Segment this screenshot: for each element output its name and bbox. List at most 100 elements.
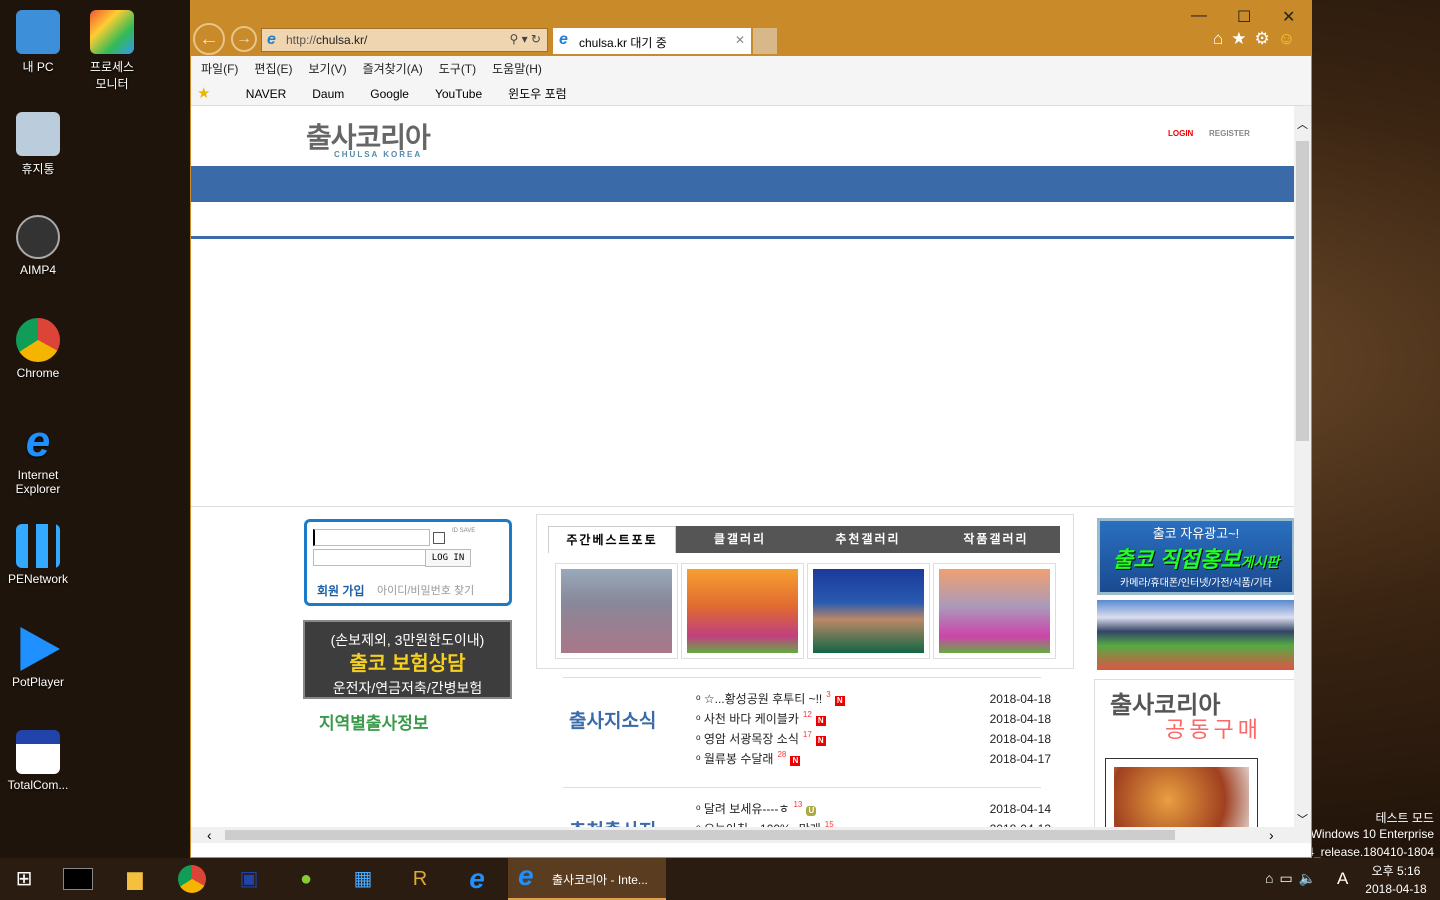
pc-icon [16, 10, 60, 54]
find-account-link[interactable]: 아이디/비밀번호 찾기 [377, 582, 474, 598]
desktop-icon-totalcommander[interactable]: TotalCom... [0, 730, 76, 792]
clock[interactable]: 오후 5:16 2018-04-18 [1360, 862, 1432, 896]
scroll-left-arrow[interactable]: ‹ [207, 827, 212, 843]
ie-tab-icon: e [559, 31, 568, 48]
scroll-down-arrow[interactable]: ﹀ [1297, 811, 1308, 827]
taskbar-app-olive[interactable]: ● [282, 862, 330, 896]
landscape-banner[interactable] [1097, 600, 1295, 670]
taskbar-ie[interactable]: e [453, 862, 501, 896]
vertical-scroll-thumb[interactable] [1296, 141, 1309, 441]
desktop-icon-process-monitor[interactable]: 프로세스 모니터 [74, 10, 150, 92]
register-link[interactable]: REGISTER [1209, 129, 1250, 138]
tab-club-gallery[interactable]: 클갤러리 [676, 526, 804, 553]
taskbar-totalcommander[interactable]: ▣ [225, 862, 273, 896]
user-id-input[interactable] [313, 529, 430, 546]
menu-view[interactable]: 보기(V) [308, 62, 346, 76]
fav-daum[interactable]: Daum [312, 87, 344, 101]
divider [563, 677, 1041, 678]
forward-button[interactable]: → [231, 26, 257, 52]
scroll-right-arrow[interactable]: › [1269, 827, 1274, 843]
start-button[interactable]: ⊞ [0, 862, 48, 896]
join-link[interactable]: 회원 가입 [317, 582, 365, 599]
fav-naver[interactable]: NAVER [246, 87, 286, 101]
desktop-icon-aimp[interactable]: AIMP4 [0, 215, 76, 277]
insurance-ad-banner[interactable]: (손보제외, 3만원한도이내) 출코 보험상담 운전자/연금저축/간병보험 [303, 620, 512, 699]
nav-bar [191, 166, 1295, 202]
menu-tools[interactable]: 도구(T) [439, 62, 476, 76]
vertical-scrollbar[interactable]: ︿ ﹀ [1294, 106, 1311, 843]
fav-windows-forum[interactable]: 윈도우 포럼 [508, 87, 567, 101]
desktop-icon-chrome[interactable]: Chrome [0, 318, 76, 380]
fav-google[interactable]: Google [370, 87, 409, 101]
minimize-button[interactable]: — [1191, 7, 1207, 25]
post-row[interactable]: ᵒ 사천 바다 케이블카 12N 2018-04-18 [696, 710, 1051, 727]
login-link[interactable]: LOGIN [1168, 129, 1193, 138]
ie-icon: e [518, 860, 534, 891]
smiley-icon[interactable]: ☺ [1278, 29, 1303, 48]
taskbar-file-explorer[interactable]: ▆ [111, 862, 159, 896]
taskbar-cmd[interactable] [54, 862, 102, 896]
address-bar[interactable]: e http://chulsa.kr/⚲ ▾ ↻ [261, 28, 548, 52]
desktop-icon-my-pc[interactable]: 내 PC [0, 10, 76, 75]
gallery-thumbnail[interactable] [807, 563, 930, 659]
photo-gallery: 주간베스트포토 클갤러리 추천갤러리 작품갤러리 [536, 514, 1074, 669]
post-row[interactable]: ᵒ ☆...황성공원 후투티 ~!! 3N 2018-04-18 [696, 690, 1051, 707]
back-button[interactable]: ← [193, 23, 225, 55]
tray-icons[interactable]: ⌂▭🔈 [1265, 870, 1322, 887]
network-icon [16, 524, 60, 568]
post-row[interactable]: ᵒ 월류봉 수달래 28N 2018-04-17 [696, 750, 1051, 767]
maximize-button[interactable]: ☐ [1237, 7, 1251, 27]
desktop-icon-potplayer[interactable]: PotPlayer [0, 627, 76, 689]
taskbar: ⊞ ▆ ▣ ● ▦ R e e 출사코리아 - Inte... ⌂▭🔈 A 오후 … [0, 858, 1440, 900]
tab-recommended-gallery[interactable]: 추천갤러리 [804, 526, 932, 553]
menu-file[interactable]: 파일(F) [201, 62, 238, 76]
search-refresh-icons[interactable]: ⚲ ▾ ↻ [509, 32, 541, 46]
site-logo[interactable]: 출사코리아 CHULSA KOREA [306, 116, 431, 159]
group-buy-box[interactable]: 출사코리아 공동구매 [1094, 679, 1295, 843]
horizontal-scrollbar[interactable]: ‹ › [191, 827, 1295, 843]
gallery-thumbnail[interactable] [555, 563, 678, 659]
desktop-icon-penetwork[interactable]: PENetwork [0, 524, 76, 586]
add-favorite-icon[interactable]: ★ [197, 85, 210, 102]
post-row[interactable]: ᵒ 달려 보세유----ㅎ 13U 2018-04-14 [696, 800, 1051, 817]
close-tab-icon[interactable]: ✕ [735, 33, 745, 47]
aimp-icon [16, 215, 60, 259]
id-save-label: ID SAVE [452, 528, 476, 534]
menu-help[interactable]: 도움말(H) [492, 62, 542, 76]
login-button[interactable]: LOG IN [425, 549, 471, 567]
gallery-thumbnail[interactable] [681, 563, 804, 659]
post-row[interactable]: ᵒ 영암 서광목장 소식 17N 2018-04-18 [696, 730, 1051, 747]
divider [563, 787, 1041, 788]
favorites-bar: ★ NAVER Daum Google YouTube 윈도우 포럼 [191, 80, 1311, 106]
horizontal-scroll-thumb[interactable] [225, 830, 1175, 840]
taskbar-app-monitor[interactable]: ▦ [339, 862, 387, 896]
ie-icon: e [25, 417, 51, 466]
scroll-up-arrow[interactable]: ︿ [1297, 116, 1308, 132]
floppy-icon [16, 730, 60, 774]
ime-indicator[interactable]: A [1337, 869, 1348, 889]
section-title-news[interactable]: 출사지소식 [569, 706, 656, 733]
chrome-icon [16, 318, 60, 362]
new-tab-button[interactable] [753, 28, 777, 54]
region-info-banner[interactable]: 지역별출사정보 [319, 709, 428, 734]
free-ad-banner[interactable]: 출코 자유광고~! 출코 직접홍보게시판 카메라/휴대폰/인터넷/가전/식품/기… [1097, 518, 1295, 595]
id-save-checkbox[interactable] [433, 532, 445, 544]
web-page: 출사코리아 CHULSA KOREA LOGIN REGISTER ID SAVE… [191, 106, 1295, 843]
close-window-button[interactable]: ✕ [1282, 7, 1295, 27]
desktop-icon-recycle-bin[interactable]: 휴지통 [0, 112, 76, 177]
password-input[interactable] [313, 549, 430, 566]
menu-favorites[interactable]: 즐겨찾기(A) [363, 62, 423, 76]
gallery-thumbnail[interactable] [933, 563, 1056, 659]
ie-page-icon: e [267, 31, 276, 48]
menu-edit[interactable]: 편집(E) [254, 62, 292, 76]
tab-works-gallery[interactable]: 작품갤러리 [932, 526, 1060, 553]
fav-youtube[interactable]: YouTube [435, 87, 482, 101]
tab-weekly-best[interactable]: 주간베스트포토 [548, 526, 676, 553]
taskbar-app-r[interactable]: R [396, 862, 444, 896]
home-favorites-tools-icons[interactable]: ⌂★⚙☺ [1213, 29, 1303, 49]
desktop-icon-ie[interactable]: e Internet Explorer [0, 417, 76, 497]
taskbar-active-window[interactable]: e 출사코리아 - Inte... [508, 858, 666, 900]
taskbar-chrome[interactable] [168, 862, 216, 896]
divider [191, 506, 1295, 507]
browser-tab[interactable]: e chulsa.kr 대기 중 ✕ [553, 28, 751, 54]
